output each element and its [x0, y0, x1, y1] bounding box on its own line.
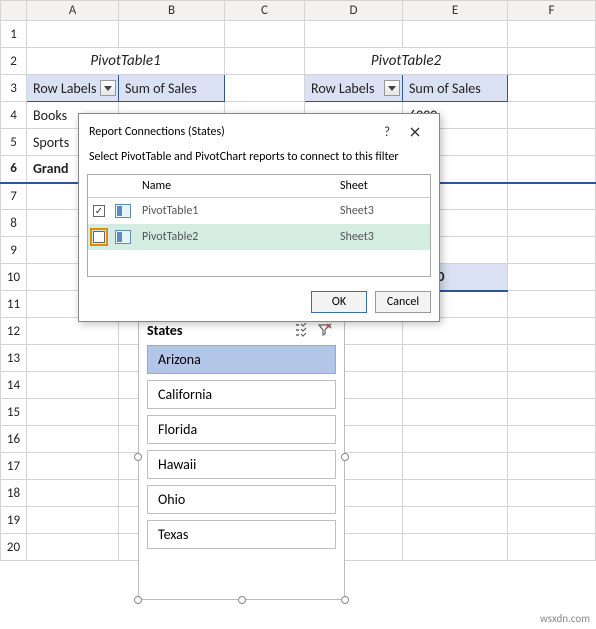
list-header-sheet[interactable]: Sheet: [340, 179, 430, 193]
col-header-C[interactable]: C: [225, 1, 305, 21]
dialog-titlebar[interactable]: Report Connections (States) ?: [79, 114, 439, 148]
filter-dropdown-icon[interactable]: [384, 80, 400, 96]
resize-handle[interactable]: [341, 596, 349, 604]
dialog-title: Report Connections (States): [89, 125, 373, 139]
filter-dropdown-icon[interactable]: [100, 80, 116, 96]
row-header[interactable]: 13: [1, 345, 27, 372]
pivot2-rowlabels-text: Row Labels: [311, 80, 374, 97]
col-header-E[interactable]: E: [403, 1, 508, 21]
pivot1-value-header[interactable]: Sum of Sales: [119, 75, 225, 102]
slicer-title: States: [147, 322, 292, 339]
pivot2-rowlabels-header[interactable]: Row Labels: [305, 75, 403, 102]
pivot1-title[interactable]: PivotTable1: [27, 48, 225, 75]
close-button[interactable]: [401, 122, 429, 142]
pivot2-value-header[interactable]: Sum of Sales: [403, 75, 508, 102]
col-header-F[interactable]: F: [508, 1, 596, 21]
slicer-item[interactable]: Texas: [147, 520, 336, 549]
row-header[interactable]: 14: [1, 372, 27, 399]
slicer-item[interactable]: Ohio: [147, 485, 336, 514]
connections-list: Name Sheet PivotTable1 Sheet3 PivotTable…: [87, 174, 431, 277]
row-header[interactable]: 15: [1, 399, 27, 426]
select-all-cell[interactable]: [1, 1, 27, 21]
resize-handle[interactable]: [134, 453, 142, 461]
pivottable-icon: [115, 204, 131, 218]
slicer-item[interactable]: Arizona: [147, 345, 336, 374]
checkbox[interactable]: [93, 231, 105, 243]
report-connections-dialog: Report Connections (States) ? Select Piv…: [78, 113, 440, 322]
row-header[interactable]: 1: [1, 21, 27, 48]
checkbox[interactable]: [93, 205, 105, 217]
col-header-A[interactable]: A: [27, 1, 119, 21]
dialog-message: Select PivotTable and PivotChart reports…: [79, 148, 439, 170]
row-header[interactable]: 17: [1, 453, 27, 480]
resize-handle[interactable]: [134, 596, 142, 604]
row-header[interactable]: 19: [1, 507, 27, 534]
clear-filter-icon[interactable]: [314, 321, 336, 339]
multiselect-icon[interactable]: [292, 321, 314, 339]
row-header[interactable]: 20: [1, 534, 27, 561]
resize-handle[interactable]: [238, 596, 246, 604]
pivot1-rowlabels-text: Row Labels: [33, 80, 96, 97]
slicer-item[interactable]: Florida: [147, 415, 336, 444]
list-item-sheet: Sheet3: [340, 204, 430, 218]
slicer-container[interactable]: States Arizona California Florida Hawaii…: [138, 314, 345, 600]
cancel-button[interactable]: Cancel: [375, 291, 431, 313]
watermark: wsxdn.com: [540, 612, 590, 625]
pivot2-title[interactable]: PivotTable2: [305, 48, 508, 75]
list-item-sheet: Sheet3: [340, 230, 430, 244]
ok-button[interactable]: OK: [311, 291, 367, 313]
list-item[interactable]: PivotTable1 Sheet3: [88, 198, 430, 224]
row-header[interactable]: 4: [1, 102, 27, 129]
col-header-D[interactable]: D: [305, 1, 403, 21]
pivottable-icon: [115, 230, 131, 244]
row-header[interactable]: 3: [1, 75, 27, 102]
list-item-name: PivotTable1: [136, 204, 340, 218]
list-header-name[interactable]: Name: [136, 179, 340, 193]
row-header[interactable]: 16: [1, 426, 27, 453]
row-header[interactable]: 8: [1, 210, 27, 237]
row-header[interactable]: 2: [1, 48, 27, 75]
row-header[interactable]: 18: [1, 480, 27, 507]
pivot1-rowlabels-header[interactable]: Row Labels: [27, 75, 119, 102]
list-item-name: PivotTable2: [136, 230, 340, 244]
slicer-item[interactable]: California: [147, 380, 336, 409]
resize-handle[interactable]: [341, 453, 349, 461]
row-header[interactable]: 7: [1, 183, 27, 210]
row-header[interactable]: 11: [1, 291, 27, 318]
slicer-item[interactable]: Hawaii: [147, 450, 336, 479]
help-button[interactable]: ?: [373, 122, 401, 142]
row-header[interactable]: 6: [1, 156, 27, 183]
row-header[interactable]: 5: [1, 129, 27, 156]
row-header[interactable]: 12: [1, 318, 27, 345]
row-header[interactable]: 9: [1, 237, 27, 264]
list-item[interactable]: PivotTable2 Sheet3: [88, 224, 430, 250]
row-header[interactable]: 10: [1, 264, 27, 291]
col-header-B[interactable]: B: [119, 1, 225, 21]
